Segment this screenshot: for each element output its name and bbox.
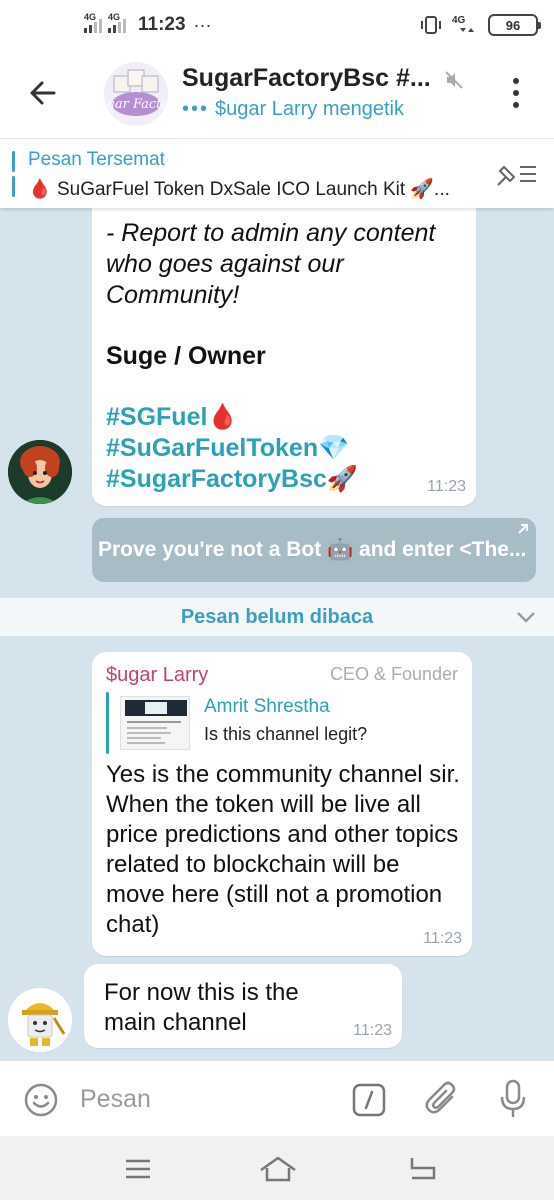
status-bar: 4G 4G 11:23 ··· 4G 96 xyxy=(0,0,554,58)
message-text: who goes against our xyxy=(106,250,344,278)
message-bubble[interactable]: - Report to admin any content who goes a… xyxy=(92,208,476,506)
reply-text: Is this channel legit? xyxy=(204,724,368,744)
sender-name[interactable]: $ugar Larry xyxy=(106,664,208,687)
hashtag-link[interactable]: #SuGarFuelToken💎 xyxy=(106,433,435,464)
muted-speaker-icon xyxy=(445,71,463,89)
more-notifications-icon: ··· xyxy=(193,14,212,35)
system-nav-bar xyxy=(0,1136,554,1200)
chat-header: Sugar Factory SugarFactoryBsc #... •••$u… xyxy=(0,58,554,136)
inline-bot-button[interactable]: Prove you're not a Bot 🤖 and enter <The.… xyxy=(92,518,536,582)
emoji-icon[interactable] xyxy=(24,1083,58,1117)
inline-button-label: Prove you're not a Bot 🤖 and enter <The.… xyxy=(98,538,527,561)
typing-dots-icon: ••• xyxy=(182,98,210,120)
reply-author: Amrit Shrestha xyxy=(204,696,330,717)
hashtag-link[interactable]: #SugarFactoryBsc🚀 xyxy=(106,464,435,495)
chat-area[interactable]: - Report to admin any content who goes a… xyxy=(0,208,554,1060)
group-avatar[interactable]: Sugar Factory xyxy=(104,62,168,126)
message-time: 11:23 xyxy=(423,930,462,947)
message-text: Community! xyxy=(106,281,240,309)
pinned-message-bar[interactable]: Pesan Tersemat 🩸 SuGarFuel Token DxSale … xyxy=(0,138,554,208)
message-bubble[interactable]: $ugar Larry CEO & Founder Amrit Shrestha… xyxy=(92,652,472,956)
message-text: Yes is the community channel sir. When t… xyxy=(106,761,460,938)
message-time: 11:23 xyxy=(427,478,466,495)
network-type-label: 4G xyxy=(108,12,121,22)
message-text: For now this is the main channel xyxy=(104,979,299,1036)
user-avatar[interactable] xyxy=(8,440,72,504)
signal-icon: 4G xyxy=(108,12,126,33)
group-logo-text: Sugar Factory xyxy=(104,97,168,112)
pinned-indicator xyxy=(12,151,15,197)
mobile-data-icon: 4G xyxy=(452,15,478,35)
reply-quote[interactable]: Amrit Shrestha Is this channel legit? xyxy=(106,692,436,754)
unread-label: Pesan belum dibaca xyxy=(180,606,374,628)
signal-icon: 4G xyxy=(84,12,102,33)
hashtag-link[interactable]: #SGFuel🩸 xyxy=(106,402,435,433)
typing-status-text: $ugar Larry mengetik xyxy=(215,98,404,120)
paperclip-icon[interactable] xyxy=(424,1081,460,1119)
blood-drop-icon: 🩸 xyxy=(28,179,52,200)
message-text: - Report to admin any content xyxy=(106,219,436,247)
external-arrow-icon xyxy=(518,524,528,534)
system-back-icon[interactable] xyxy=(406,1154,438,1182)
home-icon[interactable] xyxy=(258,1154,298,1184)
recents-menu-icon[interactable] xyxy=(124,1158,152,1180)
message-signature: Suge / Owner xyxy=(106,342,266,370)
reply-thumbnail xyxy=(120,696,190,750)
microphone-icon[interactable] xyxy=(498,1079,528,1119)
user-avatar[interactable] xyxy=(8,988,72,1052)
unread-divider: Pesan belum dibaca xyxy=(0,598,554,636)
chat-title[interactable]: SugarFactoryBsc #... xyxy=(182,64,431,93)
clock: 11:23 xyxy=(138,14,186,35)
typing-status: ••• $ugar Larry mengetik xyxy=(182,98,404,121)
message-time: 11:23 xyxy=(353,1022,392,1039)
bot-command-icon[interactable] xyxy=(352,1083,386,1117)
more-options-icon[interactable] xyxy=(506,78,526,108)
message-bubble[interactable]: For now this is the main channel 11:23 xyxy=(84,964,402,1048)
pinned-text: 🩸 SuGarFuel Token DxSale ICO Launch Kit … xyxy=(28,179,450,200)
back-arrow-icon[interactable] xyxy=(26,76,60,110)
pinned-list-icon[interactable] xyxy=(494,159,538,189)
chevron-down-icon[interactable] xyxy=(516,610,536,624)
network-type-label: 4G xyxy=(84,12,97,22)
pinned-label: Pesan Tersemat xyxy=(28,149,165,170)
message-input[interactable]: Pesan xyxy=(80,1085,151,1114)
vibrate-icon xyxy=(421,16,441,34)
sender-role-badge: CEO & Founder xyxy=(329,664,458,684)
message-input-bar: Pesan xyxy=(0,1060,554,1136)
battery-icon: 96 xyxy=(488,14,541,36)
